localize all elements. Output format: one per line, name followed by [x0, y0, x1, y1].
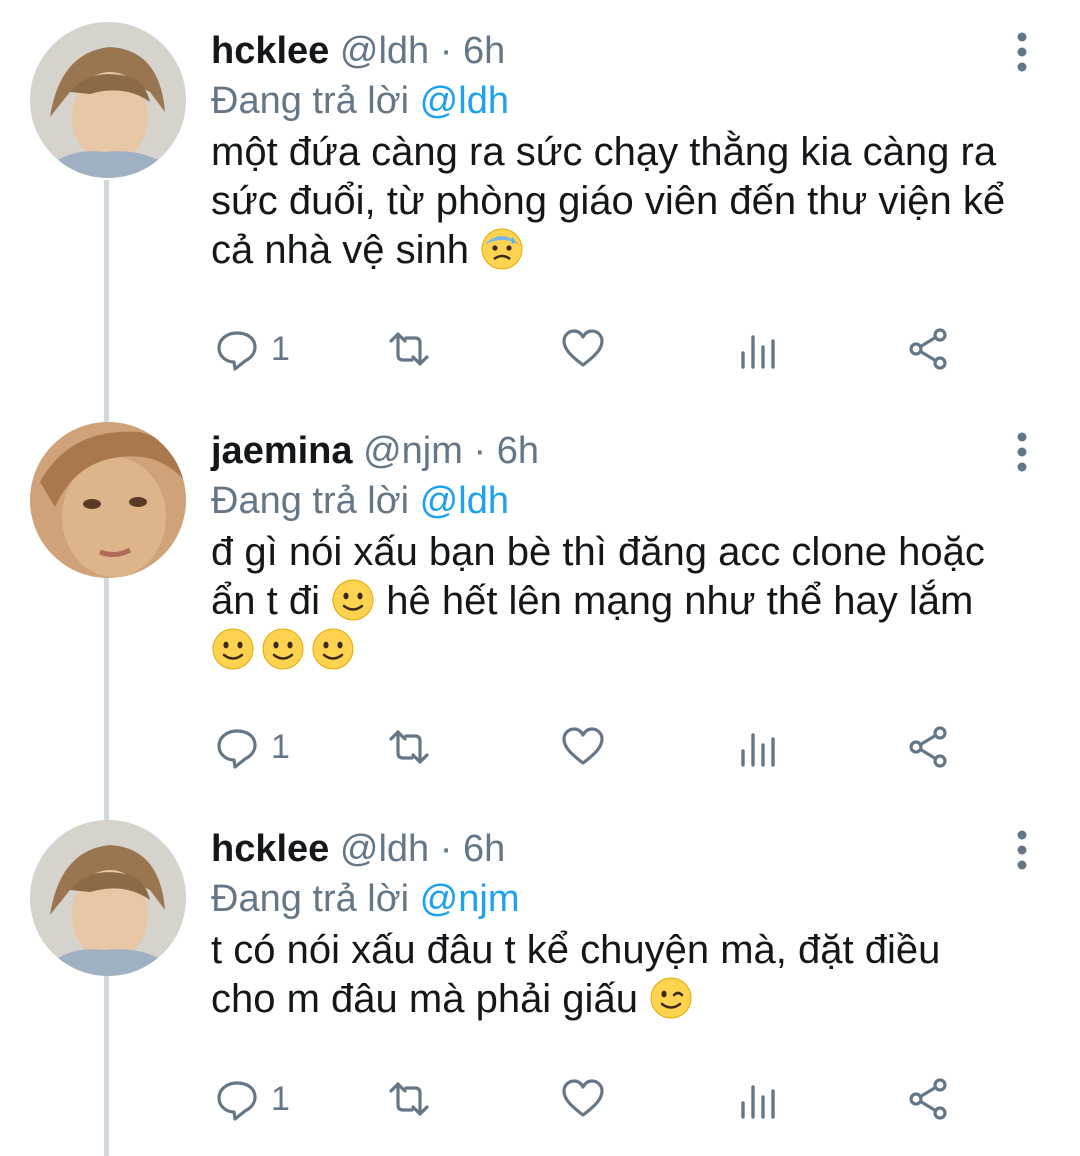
slight-smile-face-icon [211, 627, 255, 671]
like-button[interactable] [561, 722, 605, 772]
analytics-icon [737, 1077, 781, 1121]
tweet-text: t có nói xấu đâu t kể chuyện mà, đặt điề… [211, 926, 1040, 1024]
tweet-header: hcklee @ldh · 6h [211, 28, 1040, 74]
more-vertical-icon[interactable] [1012, 432, 1032, 472]
reply-count: 1 [271, 727, 290, 766]
share-icon [907, 725, 951, 769]
anxious-sweat-face-icon [480, 227, 524, 271]
avatar[interactable] [30, 422, 186, 578]
tweet-text: một đứa càng ra sức chạy thằng kia càng … [211, 128, 1040, 275]
tweet-header: jaemina @njm · 6h [211, 428, 1040, 474]
mention-link[interactable]: @njm [420, 878, 520, 920]
more-vertical-icon[interactable] [1012, 830, 1032, 870]
separator-dot: · [473, 430, 487, 472]
retweet-button[interactable] [387, 1074, 431, 1124]
heart-icon [561, 327, 605, 371]
share-icon [907, 1077, 951, 1121]
replying-to: Đang trả lời @ldh [211, 77, 1040, 125]
heart-icon [561, 1077, 605, 1121]
like-button[interactable] [561, 1074, 605, 1124]
tweet-text-line: một đứa càng ra sức chạy thằng kia càng … [211, 130, 997, 174]
tweet[interactable]: hcklee @ldh · 6h Đang trả lời @ldh một đ… [0, 0, 1080, 400]
mention-link[interactable]: @ldh [420, 480, 509, 522]
share-icon [907, 327, 951, 371]
slight-smile-face-icon [311, 627, 355, 671]
reply-button[interactable]: 1 [215, 1074, 290, 1124]
replying-prefix: Đang trả lời [211, 878, 410, 920]
tweet-text-line: đ gì nói xấu bạn bè thì đăng acc clone h… [211, 530, 985, 574]
retweet-icon [387, 725, 431, 769]
wink-face-icon [649, 976, 693, 1020]
slight-smile-face-icon [331, 578, 375, 622]
tweet-text-line: sức đuổi, từ phòng giáo viên đến thư việ… [211, 179, 1006, 223]
analytics-button[interactable] [737, 1074, 781, 1124]
analytics-button[interactable] [737, 324, 781, 374]
display-name[interactable]: hcklee [211, 828, 329, 870]
user-handle[interactable]: @njm [363, 430, 463, 472]
share-button[interactable] [907, 324, 951, 374]
tweet-text-fragment: ẩn t đi [211, 579, 320, 623]
retweet-button[interactable] [387, 722, 431, 772]
tweet-text-line: cho m đâu mà phải giấu [211, 975, 1040, 1024]
analytics-icon [737, 327, 781, 371]
replying-prefix: Đang trả lời [211, 80, 410, 122]
tweet-text-line: ẩn t đi hê hết lên mạng như thể hay lắm [211, 577, 1040, 626]
avatar-image [30, 820, 186, 976]
timestamp[interactable]: 6h [497, 430, 539, 472]
avatar[interactable] [30, 22, 186, 178]
retweet-icon [387, 1077, 431, 1121]
reply-button[interactable]: 1 [215, 324, 290, 374]
display-name[interactable]: hcklee [211, 30, 329, 72]
reply-icon [215, 725, 259, 769]
display-name[interactable]: jaemina [211, 430, 353, 472]
user-handle[interactable]: @ldh [340, 30, 429, 72]
reply-icon [215, 327, 259, 371]
retweet-icon [387, 327, 431, 371]
mention-link[interactable]: @ldh [420, 80, 509, 122]
retweet-button[interactable] [387, 324, 431, 374]
share-button[interactable] [907, 722, 951, 772]
replying-prefix: Đang trả lời [211, 480, 410, 522]
share-button[interactable] [907, 1074, 951, 1124]
avatar-image [30, 22, 186, 178]
replying-to: Đang trả lời @ldh [211, 477, 1040, 525]
action-bar: 1 [211, 1074, 971, 1124]
action-bar: 1 [211, 324, 971, 374]
reply-count: 1 [271, 1079, 290, 1118]
tweet-text-line: t có nói xấu đâu t kể chuyện mà, đặt điề… [211, 928, 941, 972]
slight-smile-face-icon [261, 627, 305, 671]
tweet-header: hcklee @ldh · 6h [211, 826, 1040, 872]
tweet-text-fragment: cả nhà vệ sinh [211, 228, 469, 272]
tweet-text: đ gì nói xấu bạn bè thì đăng acc clone h… [211, 528, 1040, 675]
tweet-text-fragment: cho m đâu mà phải giấu [211, 977, 638, 1021]
avatar-image [30, 422, 186, 578]
separator-dot: · [439, 30, 453, 72]
separator-dot: · [439, 828, 453, 870]
tweet-text-fragment: hê hết lên mạng như thể hay lắm [386, 579, 974, 623]
reply-count: 1 [271, 329, 290, 368]
analytics-button[interactable] [737, 722, 781, 772]
timestamp[interactable]: 6h [463, 828, 505, 870]
tweet[interactable]: jaemina @njm · 6h Đang trả lời @ldh đ gì… [0, 400, 1080, 800]
more-vertical-icon[interactable] [1012, 32, 1032, 72]
heart-icon [561, 725, 605, 769]
tweet-text-line [211, 626, 1040, 675]
avatar[interactable] [30, 820, 186, 976]
timestamp[interactable]: 6h [463, 30, 505, 72]
action-bar: 1 [211, 722, 971, 772]
analytics-icon [737, 725, 781, 769]
reply-icon [215, 1077, 259, 1121]
replying-to: Đang trả lời @njm [211, 875, 1040, 923]
user-handle[interactable]: @ldh [340, 828, 429, 870]
like-button[interactable] [561, 324, 605, 374]
tweet-text-line: cả nhà vệ sinh [211, 226, 1040, 275]
reply-button[interactable]: 1 [215, 722, 290, 772]
tweet[interactable]: hcklee @ldh · 6h Đang trả lời @njm t có … [0, 798, 1080, 1156]
